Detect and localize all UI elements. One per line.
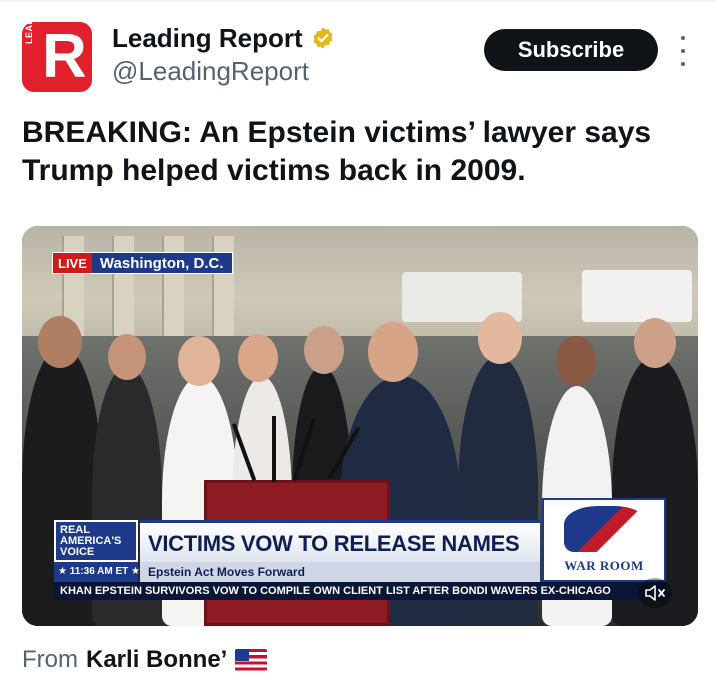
broadcast-time: ★ 11:36 AM ET ★ bbox=[54, 562, 140, 582]
person-head bbox=[38, 316, 82, 368]
top-divider bbox=[0, 0, 716, 2]
lower-third: REAL AMERICA'S VOICE VICTIMS VOW TO RELE… bbox=[54, 498, 666, 582]
person-head bbox=[178, 336, 220, 386]
person-head bbox=[238, 334, 278, 382]
from-name[interactable]: Karli Bonne’ bbox=[86, 646, 227, 674]
account-name-row: Leading Report bbox=[112, 22, 335, 54]
us-flag-icon bbox=[235, 649, 268, 671]
media-attribution: From Karli Bonne’ bbox=[22, 646, 268, 674]
avatar-side-word: LEADING bbox=[24, 22, 34, 44]
person-head bbox=[108, 334, 146, 380]
display-name[interactable]: Leading Report bbox=[112, 23, 303, 54]
live-location: Washington, D.C. bbox=[91, 253, 232, 273]
network-logo: REAL AMERICA'S VOICE bbox=[54, 520, 138, 562]
microphone bbox=[272, 416, 276, 482]
more-dot bbox=[681, 62, 685, 66]
eagle-icon bbox=[564, 506, 648, 552]
war-room-text: WAR ROOM bbox=[564, 558, 644, 573]
live-tag: LIVE bbox=[53, 253, 92, 273]
vehicle bbox=[582, 270, 692, 322]
person-head bbox=[478, 312, 522, 364]
war-room-logo: WAR ROOM bbox=[542, 498, 666, 582]
verified-badge-icon[interactable] bbox=[311, 26, 335, 50]
more-options-icon[interactable] bbox=[676, 36, 690, 66]
person-head bbox=[368, 322, 418, 382]
tweet-text: BREAKING: An Epstein victims’ lawyer say… bbox=[22, 116, 652, 187]
avatar-letter: R bbox=[42, 22, 87, 91]
person-head bbox=[634, 318, 676, 368]
video-player[interactable]: LIVE Washington, D.C. REAL AMERICA'S VOI… bbox=[22, 226, 698, 626]
person-head bbox=[556, 336, 596, 386]
subscribe-button[interactable]: Subscribe bbox=[484, 29, 658, 71]
news-ticker: KHAN EPSTEIN SURVIVORS VOW TO COMPILE OW… bbox=[54, 582, 666, 600]
account-avatar[interactable]: LEADING R bbox=[22, 22, 92, 92]
more-dot bbox=[681, 36, 685, 40]
from-label: From bbox=[22, 646, 78, 673]
account-handle[interactable]: @LeadingReport bbox=[112, 56, 309, 87]
more-dot bbox=[681, 49, 685, 53]
lower-third-headline: VICTIMS VOW TO RELEASE NAMES bbox=[140, 520, 540, 562]
live-location-bug: LIVE Washington, D.C. bbox=[52, 252, 233, 274]
mute-toggle[interactable] bbox=[638, 578, 672, 608]
lower-third-subheadline: Epstein Act Moves Forward bbox=[140, 562, 540, 582]
speaker-muted-icon bbox=[645, 585, 665, 601]
person-head bbox=[304, 326, 344, 374]
